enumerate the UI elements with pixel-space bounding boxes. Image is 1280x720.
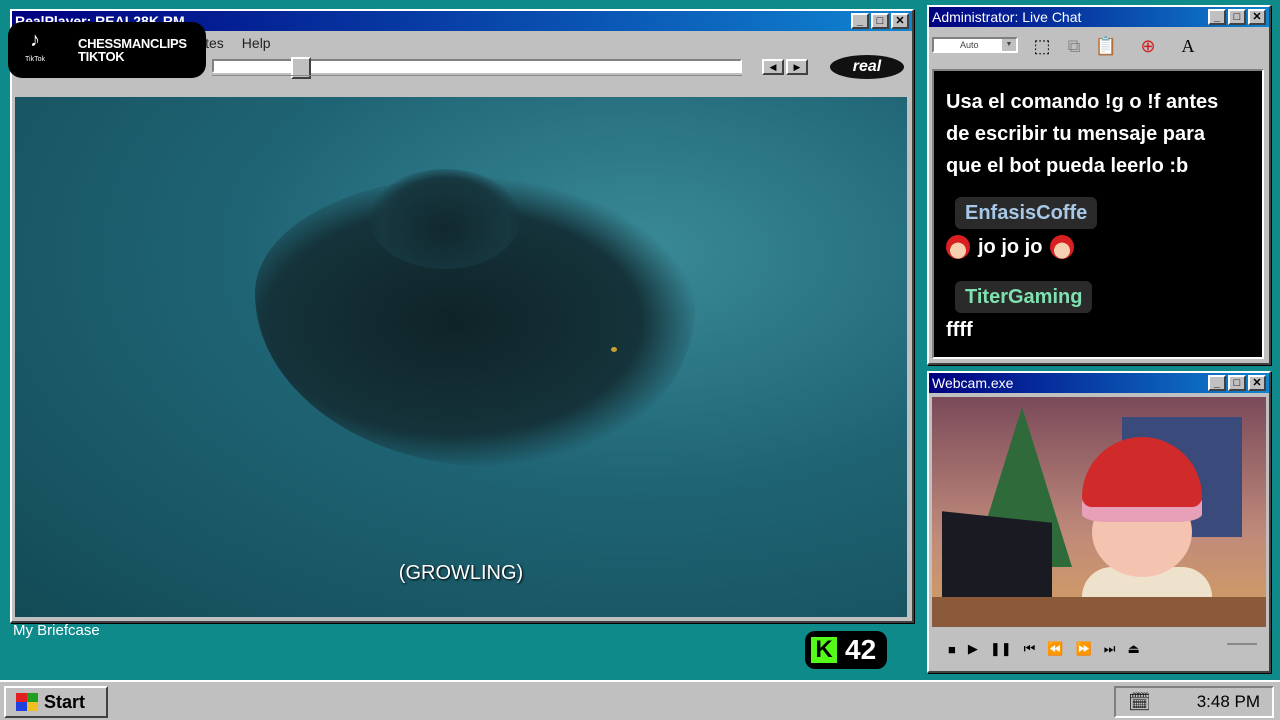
webcam-titlebar[interactable]: Webcam.exe _ □ ✕	[929, 373, 1269, 393]
paste-icon[interactable]: 📋	[1091, 31, 1121, 61]
skip-back-icon[interactable]: ⏮	[1024, 641, 1036, 657]
maximize-button[interactable]: □	[871, 13, 889, 29]
pause-icon[interactable]: ❚❚	[990, 641, 1012, 657]
maximize-button[interactable]: □	[1228, 9, 1246, 25]
chat-username: EnfasisCoffe	[955, 197, 1098, 229]
seek-ticks	[212, 75, 742, 79]
crosshair-icon[interactable]: ⊕	[1133, 31, 1163, 61]
chat-titlebar[interactable]: Administrator: Live Chat _ □ ✕	[929, 7, 1269, 27]
tiktok-icon: ♪ TikTok	[22, 30, 48, 70]
desk	[932, 597, 1266, 627]
scheduler-icon[interactable]: 🗓	[1128, 692, 1151, 713]
close-button[interactable]: ✕	[1248, 9, 1266, 25]
font-size-combo[interactable]: Auto ▼	[932, 37, 1018, 53]
webcam-feed	[932, 397, 1266, 627]
santa-emote-icon	[946, 235, 970, 259]
skip-forward-icon[interactable]: ⏭	[1104, 641, 1116, 657]
live-chat-window: Administrator: Live Chat _ □ ✕ Auto ▼ ⬚ ⧉…	[927, 5, 1271, 365]
webcam-title: Webcam.exe	[932, 375, 1014, 391]
windows-logo-icon	[16, 693, 38, 711]
minimize-button[interactable]: _	[851, 13, 869, 29]
video-caption: (GROWLING)	[398, 562, 524, 584]
rewind-icon[interactable]: ⏪	[1047, 641, 1063, 657]
start-button[interactable]: Start	[4, 686, 108, 718]
system-message: Usa el comando !g o !f antes de escribir…	[946, 91, 1219, 177]
play-icon[interactable]: ▶	[968, 641, 978, 657]
webcam-controls: ■ ▶ ❚❚ ⏮ ⏪ ⏩ ⏭ ⏏	[932, 637, 1266, 661]
copy-icon[interactable]: ⧉	[1059, 31, 1089, 61]
select-icon[interactable]: ⬚	[1027, 31, 1057, 61]
close-button[interactable]: ✕	[891, 13, 909, 29]
video-creature-head	[370, 169, 520, 269]
font-icon[interactable]: A	[1173, 31, 1203, 61]
username-text: TiterGaming	[965, 286, 1083, 308]
handle-line-2: TIKTOK	[78, 49, 125, 64]
chevron-down-icon[interactable]: ▼	[1002, 39, 1016, 51]
next-clip-button[interactable]: ▶	[786, 59, 808, 75]
tiktok-handle: CHESSMANCLIPS TIKTOK	[78, 37, 187, 63]
taskbar: Start 🗓 3:48 PM	[0, 680, 1280, 720]
santa-emote-icon	[1050, 235, 1075, 259]
minimize-button[interactable]: _	[1208, 9, 1226, 25]
seek-bar[interactable]	[212, 57, 742, 79]
chat-toolbar: Auto ▼ ⬚ ⧉ 📋 ⊕ A	[929, 27, 1269, 67]
eject-icon[interactable]: ⏏	[1127, 641, 1139, 657]
tiktok-label: TikTok	[25, 56, 45, 63]
kick-badge: K 42	[805, 631, 887, 669]
real-logo: real	[830, 55, 904, 79]
volume-slider[interactable]	[1227, 643, 1257, 651]
message-text: ffff	[946, 319, 973, 341]
chat-title: Administrator: Live Chat	[932, 9, 1082, 25]
menu-help[interactable]: Help	[242, 35, 271, 51]
message-text: jo jo jo	[978, 235, 1043, 258]
video-display[interactable]: (GROWLING)	[15, 97, 907, 617]
clock[interactable]: 3:48 PM	[1197, 692, 1260, 712]
stop-icon[interactable]: ■	[948, 642, 956, 657]
minimize-button[interactable]: _	[1208, 375, 1226, 391]
chat-username: TiterGaming	[955, 281, 1093, 313]
chat-messages[interactable]: Usa el comando !g o !f antes de escribir…	[932, 69, 1264, 359]
close-button[interactable]: ✕	[1248, 375, 1266, 391]
maximize-button[interactable]: □	[1228, 375, 1246, 391]
desktop-icon-label[interactable]: My Briefcase	[13, 622, 100, 639]
fast-forward-icon[interactable]: ⏩	[1076, 641, 1092, 657]
combo-value: Auto	[960, 40, 979, 50]
tiktok-watermark: ♪ TikTok CHESSMANCLIPS TIKTOK	[8, 22, 206, 78]
prev-clip-button[interactable]: ◀	[762, 59, 784, 75]
kick-icon: K	[811, 637, 837, 663]
chat-message: ffff	[946, 319, 973, 342]
kick-count: 42	[845, 634, 877, 665]
realplayer-window: RealPlayer: REAL28K.RM _ □ ✕ ites Help ◀…	[10, 9, 914, 623]
chat-message: jo jo jo	[946, 235, 1075, 259]
username-text: EnfasisCoffe	[965, 202, 1088, 224]
webcam-window: Webcam.exe _ □ ✕ ■ ▶ ❚❚ ⏮ ⏪ ⏩ ⏭ ⏏	[927, 371, 1271, 673]
system-tray: 🗓 3:48 PM	[1114, 686, 1274, 718]
creature-eye	[611, 347, 617, 352]
start-label: Start	[44, 691, 86, 712]
